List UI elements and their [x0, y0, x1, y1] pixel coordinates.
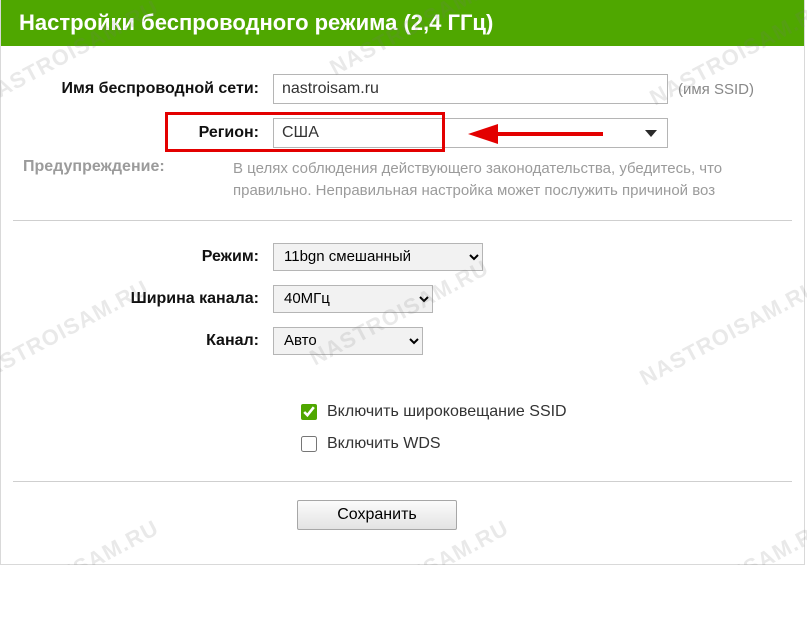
row-mode: Режим: 11bgn смешанный	[13, 243, 792, 271]
label-warning: Предупреждение:	[13, 158, 233, 202]
broadcast-ssid-checkbox[interactable]	[301, 404, 317, 420]
ssid-hint: (имя SSID)	[678, 81, 754, 98]
row-ssid: Имя беспроводной сети: (имя SSID)	[13, 74, 792, 104]
row-warning: Предупреждение: В целях соблюдения дейст…	[13, 158, 792, 202]
row-wds: Включить WDS	[297, 433, 792, 455]
wds-label: Включить WDS	[327, 435, 441, 453]
mode-select[interactable]: 11bgn смешанный	[273, 243, 483, 271]
divider	[13, 481, 792, 482]
row-broadcast-ssid: Включить широковещание SSID	[297, 401, 792, 423]
wds-checkbox[interactable]	[301, 436, 317, 452]
channel-select[interactable]: Авто	[273, 327, 423, 355]
broadcast-ssid-label: Включить широковещание SSID	[327, 403, 567, 421]
label-region: Регион:	[13, 124, 273, 142]
label-mode: Режим:	[13, 248, 273, 266]
row-channel: Канал: Авто	[13, 327, 792, 355]
label-channel-width: Ширина канала:	[13, 290, 273, 308]
row-region: Регион: США	[13, 118, 792, 148]
ssid-input[interactable]	[273, 74, 668, 104]
settings-panel: Настройки беспроводного режима (2,4 ГГц)…	[0, 0, 805, 565]
label-ssid: Имя беспроводной сети:	[13, 80, 273, 98]
divider	[13, 220, 792, 221]
page-title: Настройки беспроводного режима (2,4 ГГц)	[1, 0, 804, 46]
channel-width-select[interactable]: 40МГц	[273, 285, 433, 313]
chevron-down-icon	[645, 130, 657, 137]
warning-text: В целях соблюдения действующего законода…	[233, 158, 792, 202]
save-button[interactable]: Сохранить	[297, 500, 457, 530]
row-channel-width: Ширина канала: 40МГц	[13, 285, 792, 313]
label-channel: Канал:	[13, 332, 273, 350]
region-value: США	[274, 124, 645, 142]
region-select[interactable]: США	[273, 118, 668, 148]
